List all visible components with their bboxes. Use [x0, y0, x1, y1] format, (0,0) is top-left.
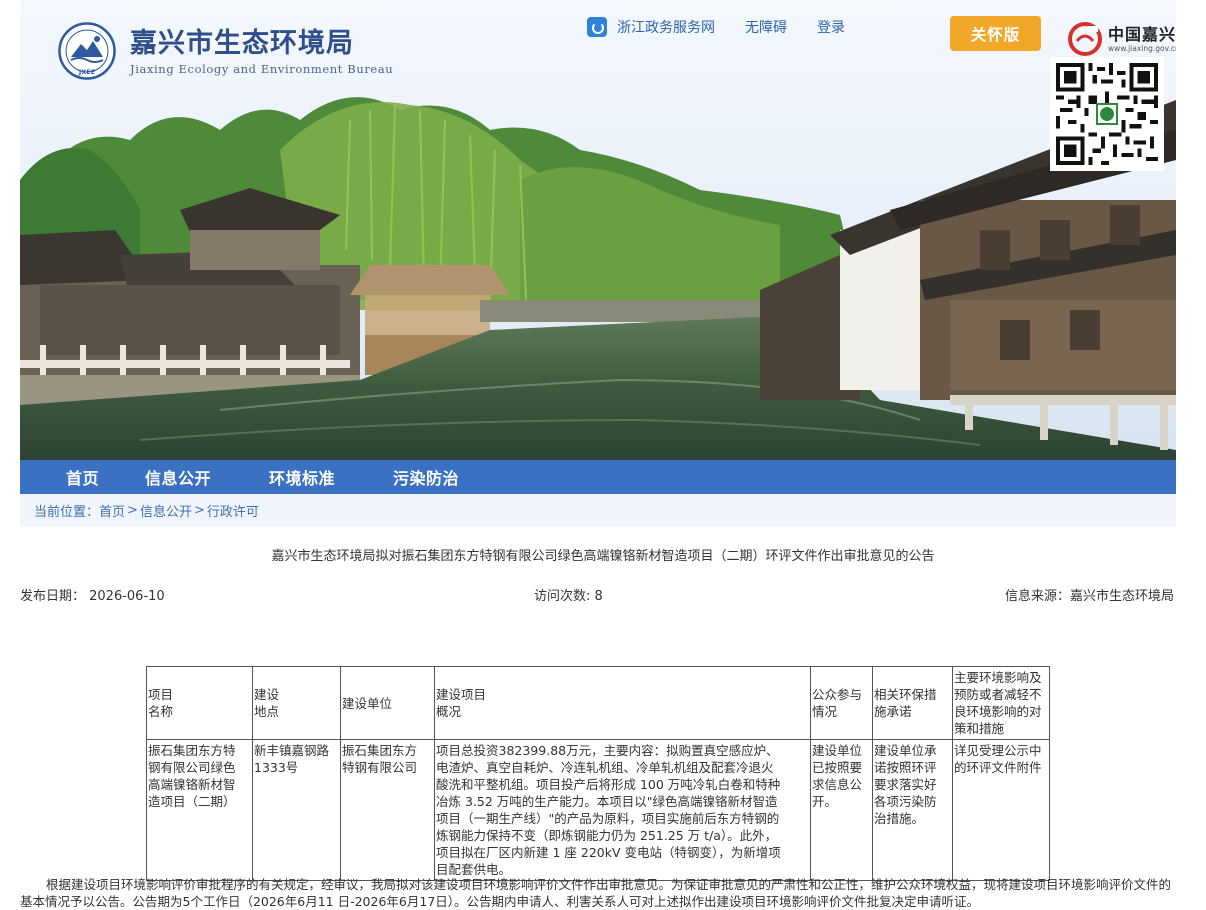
table-header-cell: 公众参与 情况: [810, 666, 873, 740]
article-body: 根据建设项目环境影响评价审批程序的有关规定，经审议，我局拟对该建设项目环境影响评…: [20, 877, 1172, 909]
top-links: 浙江政务服务网 无障碍 登录: [587, 17, 845, 37]
table-cell: 振石集团东方 特钢有限公司: [340, 739, 435, 881]
nav-item-pollution-control[interactable]: 污染防治: [393, 465, 459, 489]
accessibility-link[interactable]: 无障碍: [745, 17, 787, 37]
table-header-cell: 建设 地点: [252, 666, 341, 740]
nav-item-env-standards[interactable]: 环境标准: [269, 465, 335, 489]
breadcrumb-prefix: 当前位置：: [34, 505, 100, 520]
main-nav: 首页 信息公开 环境标准 污染防治: [20, 460, 1176, 494]
site-logo[interactable]: JXEE 嘉兴市生态环境局 Jiaxing Ecology and Enviro…: [58, 22, 393, 80]
info-source: 信息来源：嘉兴市生态环境局: [1004, 589, 1174, 604]
table-cell: 新丰镇嘉钢路 1333号: [252, 739, 341, 881]
table-cell: 建设单位承 诺按照环评 要求落实好 各项污染防 治措施。: [872, 739, 953, 881]
visit-count: 访问次数: 8: [534, 589, 603, 604]
emblem-text: JXEE: [78, 68, 95, 76]
china-jiaxing-logo-icon: [1068, 22, 1102, 56]
table-header-cell: 建设单位: [340, 666, 435, 740]
nav-item-home[interactable]: 首页: [66, 465, 99, 489]
qr-code: [1050, 57, 1164, 171]
breadcrumb-separator: >: [193, 503, 205, 518]
china-jiaxing-portal-link[interactable]: 中国嘉兴 www.jiaxing.gov.cn: [1068, 22, 1176, 56]
table-cell: 项目总投资382399.88万元，主要内容：拟购置真空感应炉、 电渣炉、真空自耗…: [434, 739, 811, 881]
project-info-table: 项目 名称 建设 地点 建设单位 建设项目 概况 公众参与 情况 相关环保措 施…: [146, 666, 1050, 881]
login-link[interactable]: 登录: [817, 17, 845, 37]
portal-url: www.jiaxing.gov.cn: [1108, 43, 1176, 53]
table-header-row: 项目 名称 建设 地点 建设单位 建设项目 概况 公众参与 情况 相关环保措 施…: [146, 666, 1050, 740]
site-title: 嘉兴市生态环境局: [130, 27, 354, 59]
gov-service-icon: [587, 17, 607, 37]
nav-item-info-disclosure[interactable]: 信息公开: [145, 465, 211, 489]
header-banner: JXEE 嘉兴市生态环境局 Jiaxing Ecology and Enviro…: [20, 0, 1176, 460]
breadcrumb-item-info[interactable]: 信息公开: [140, 501, 192, 520]
table-cell: 详见受理公示中 的环评文件附件: [952, 739, 1050, 881]
portal-name: 中国嘉兴: [1108, 24, 1176, 44]
care-mode-button[interactable]: 关怀版: [950, 16, 1041, 51]
table-cell: 振石集团东方特 钢有限公司绿色 高端镍铬新材智 造项目（二期）: [146, 739, 253, 881]
article-title: 嘉兴市生态环境局拟对振石集团东方特钢有限公司绿色高端镍铬新材智造项目（二期）环评…: [271, 549, 935, 564]
zhejiang-service-label: 浙江政务服务网: [617, 20, 715, 36]
bureau-emblem-icon: JXEE: [58, 22, 116, 80]
breadcrumb-separator: >: [127, 503, 138, 518]
table-cell: 建设单位 已按照要 求信息公 开。: [810, 739, 873, 881]
breadcrumb: 当前位置： 首页 > 信息公开 > 行政许可: [20, 494, 1176, 527]
table-header-cell: 建设项目 概况: [434, 666, 811, 740]
breadcrumb-item-home[interactable]: 首页: [99, 501, 125, 520]
table-header-cell: 相关环保措 施承诺: [872, 666, 953, 740]
qr-code-icon: [1056, 63, 1158, 165]
zhejiang-service-link[interactable]: 浙江政务服务网: [587, 17, 715, 37]
table-row: 振石集团东方特 钢有限公司绿色 高端镍铬新材智 造项目（二期） 新丰镇嘉钢路 1…: [146, 739, 1050, 881]
table-header-cell: 项目 名称: [146, 666, 253, 740]
table-header-cell: 主要环境影响及 预防或者减轻不 良环境影响的对 策和措施: [952, 666, 1050, 740]
site-subtitle-en: Jiaxing Ecology and Environment Bureau: [130, 61, 394, 76]
publish-date: 发布日期： 2026-06-10: [20, 589, 165, 604]
breadcrumb-item-admin-permit[interactable]: 行政许可: [207, 501, 259, 520]
